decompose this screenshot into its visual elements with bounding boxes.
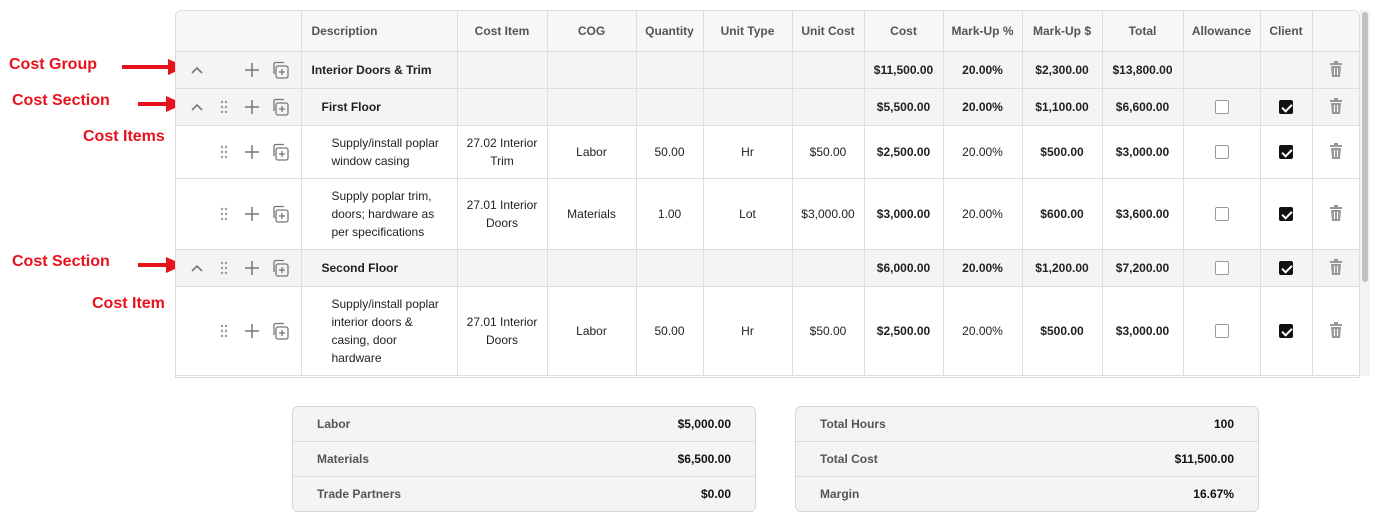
- annotation-cost-section: Cost Section: [12, 92, 110, 109]
- annotation-cost-item: Cost Item: [92, 295, 165, 312]
- duplicate-icon[interactable]: [271, 143, 289, 161]
- row-controls: [176, 249, 302, 287]
- add-icon[interactable]: [244, 206, 260, 222]
- summary-label: Trade Partners: [317, 487, 402, 501]
- summary-value: $5,000.00: [677, 417, 731, 431]
- client-checkbox[interactable]: [1279, 100, 1293, 115]
- summary-row-materials: Materials $6,500.00: [293, 442, 755, 477]
- annotation-cost-group: Cost Group: [9, 56, 97, 73]
- summary-label: Margin: [820, 487, 860, 501]
- collapse-all-header[interactable]: [176, 11, 302, 198]
- allowance-checkbox[interactable]: [1214, 100, 1229, 115]
- duplicate-icon[interactable]: [271, 259, 289, 277]
- row-controls: [176, 51, 302, 89]
- annotation-cost-section: Cost Section: [12, 253, 110, 270]
- drag-handle-icon[interactable]: [220, 261, 228, 275]
- add-icon[interactable]: [244, 323, 260, 339]
- row-controls: [176, 125, 302, 179]
- summary-value: 16.67%: [1193, 487, 1234, 501]
- drag-handle-icon[interactable]: [220, 207, 228, 221]
- row-controls: [176, 286, 302, 376]
- summary-value: 100: [1213, 417, 1234, 431]
- allowance-checkbox[interactable]: [1214, 145, 1229, 160]
- drag-handle-icon[interactable]: [220, 100, 228, 114]
- allowance-checkbox[interactable]: [1214, 261, 1229, 276]
- add-icon[interactable]: [244, 62, 260, 78]
- chevron-up-icon[interactable]: [190, 102, 204, 112]
- summary-row-total-hours: Total Hours 100: [796, 407, 1258, 442]
- summary-label: Total Cost: [820, 452, 878, 466]
- chevron-up-icon[interactable]: [190, 65, 204, 75]
- summary-row-trade-partners: Trade Partners $0.00: [293, 477, 755, 511]
- summary-value: $0.00: [700, 487, 731, 501]
- add-icon[interactable]: [244, 260, 260, 276]
- client-checkbox[interactable]: [1279, 324, 1293, 339]
- cost-type-summary: Labor $5,000.00 Materials $6,500.00 Trad…: [292, 406, 756, 512]
- vertical-scrollbar[interactable]: [1360, 10, 1370, 376]
- client-checkbox[interactable]: [1279, 145, 1293, 160]
- client-checkbox[interactable]: [1279, 261, 1293, 276]
- duplicate-icon[interactable]: [271, 61, 289, 79]
- add-icon[interactable]: [244, 144, 260, 160]
- summary-row-margin: Margin 16.67%: [796, 477, 1258, 511]
- duplicate-icon[interactable]: [271, 98, 289, 116]
- cost-grid: Description Cost Item COG Quantity Unit …: [175, 10, 1360, 378]
- summary-row-total-cost: Total Cost $11,500.00: [796, 442, 1258, 477]
- row-controls: [176, 88, 302, 126]
- summary-value: $11,500.00: [1174, 452, 1234, 466]
- chevron-up-icon[interactable]: [190, 263, 204, 273]
- add-icon[interactable]: [244, 99, 260, 115]
- row-controls: [176, 178, 302, 250]
- summary-label: Total Hours: [820, 417, 886, 431]
- annotation-cost-items: Cost Items: [83, 128, 165, 145]
- allowance-checkbox[interactable]: [1214, 324, 1229, 339]
- duplicate-icon[interactable]: [271, 322, 289, 340]
- summary-row-labor: Labor $5,000.00: [293, 407, 755, 442]
- scrollbar-thumb[interactable]: [1362, 12, 1368, 282]
- drag-handle-icon[interactable]: [220, 324, 228, 338]
- allowance-checkbox[interactable]: [1214, 207, 1229, 222]
- summary-value: $6,500.00: [677, 452, 731, 466]
- duplicate-icon[interactable]: [271, 205, 289, 223]
- summary-label: Materials: [317, 452, 370, 466]
- summary-label: Labor: [317, 417, 351, 431]
- drag-handle-icon[interactable]: [220, 145, 228, 159]
- client-checkbox[interactable]: [1279, 207, 1293, 222]
- totals-summary: Total Hours 100 Total Cost $11,500.00 Ma…: [795, 406, 1259, 512]
